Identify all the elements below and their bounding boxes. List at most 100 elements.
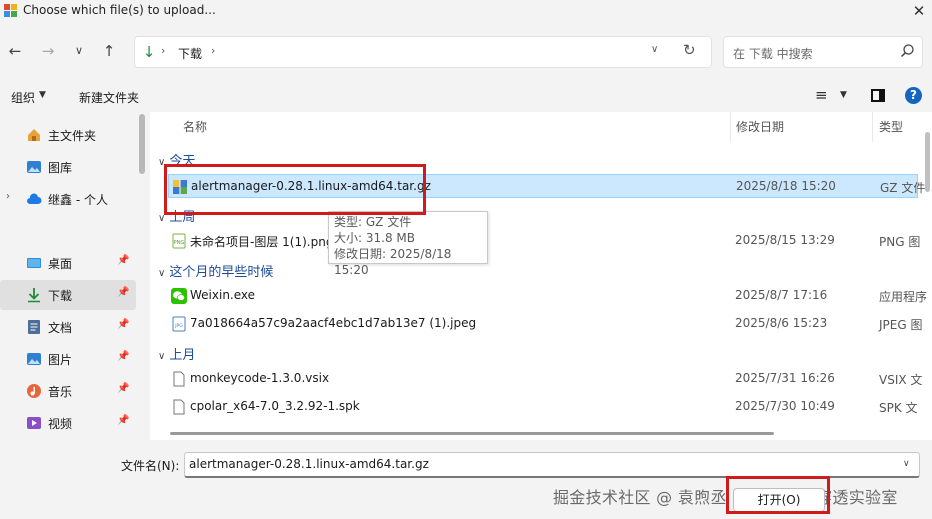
- navigation-pane: 主文件夹 图库 › 继鑫 - 个人 桌面 📌 下载 📌 文档 📌 图片 📌 音乐…: [0, 114, 142, 440]
- back-button[interactable]: ←: [4, 40, 26, 62]
- vertical-scrollbar[interactable]: [925, 132, 930, 192]
- help-icon[interactable]: ?: [905, 87, 922, 104]
- home-icon: [28, 129, 40, 141]
- search-placeholder: 在 下载 中搜索: [733, 47, 813, 61]
- pin-icon[interactable]: 📌: [117, 255, 129, 266]
- sidebar-item-label: 文档: [48, 321, 73, 335]
- app-icon: [4, 4, 17, 17]
- group-header-last-month[interactable]: ∨ 上月: [158, 344, 195, 363]
- file-date: 2025/8/6 15:23: [735, 316, 828, 330]
- png-file-icon: PNG: [172, 233, 186, 249]
- file-type: JPEG 图: [879, 318, 923, 332]
- address-dropdown-icon[interactable]: ∨: [651, 44, 658, 55]
- pin-icon[interactable]: 📌: [117, 319, 129, 330]
- sidebar-item-downloads[interactable]: 下载 📌: [0, 280, 136, 310]
- sidebar-item-documents[interactable]: 文档 📌: [0, 312, 136, 342]
- file-tooltip: 类型: GZ 文件 大小: 31.8 MB 修改日期: 2025/8/18 15…: [328, 211, 488, 277]
- recent-locations-button[interactable]: ∨: [68, 40, 90, 62]
- new-folder-button[interactable]: 新建文件夹: [79, 89, 139, 106]
- file-date: 2025/8/18 15:20: [736, 179, 836, 193]
- file-date: 2025/8/15 13:29: [735, 233, 835, 247]
- file-row[interactable]: cpolar_x64-7.0_3.2.92-1.spk 2025/7/30 10…: [168, 395, 918, 419]
- pin-icon[interactable]: 📌: [117, 415, 129, 426]
- file-date: 2025/8/7 17:16: [735, 288, 828, 302]
- chevron-down-icon[interactable]: ▼: [840, 90, 847, 100]
- file-name: monkeycode-1.3.0.vsix: [190, 371, 330, 385]
- file-row[interactable]: monkeycode-1.3.0.vsix 2025/7/31 16:26 VS…: [168, 367, 922, 391]
- preview-pane-icon[interactable]: [871, 89, 885, 102]
- file-row[interactable]: JPG 7a018664a57c9a2aacf4ebc1d7ab13e7 (1)…: [168, 312, 922, 336]
- file-row[interactable]: PNG 未命名项目-图层 1(1).png 2025/8/15 13:29 PN…: [168, 229, 921, 253]
- chevron-down-icon: ∨: [158, 268, 166, 279]
- column-divider[interactable]: [730, 112, 731, 142]
- sidebar-item-pictures[interactable]: 图片 📌: [0, 344, 136, 374]
- refresh-icon[interactable]: ↻: [683, 41, 696, 59]
- file-type: PNG 图: [879, 235, 921, 249]
- pin-icon[interactable]: 📌: [117, 351, 129, 362]
- sidebar-item-gallery[interactable]: 图库: [0, 152, 136, 182]
- view-options-icon[interactable]: ≡: [815, 88, 828, 103]
- chevron-down-icon[interactable]: ▼: [39, 90, 46, 100]
- pin-icon[interactable]: 📌: [117, 383, 129, 394]
- breadcrumb-separator[interactable]: ›: [161, 44, 165, 57]
- close-button[interactable]: ✕: [908, 1, 930, 21]
- up-button[interactable]: ↑: [98, 40, 120, 62]
- sidebar-item-label: 桌面: [48, 257, 73, 271]
- file-row[interactable]: Weixin.exe 2025/8/7 17:16 应用程序: [168, 284, 927, 308]
- search-icon[interactable]: [899, 43, 915, 59]
- sidebar-item-label: 主文件夹: [48, 129, 97, 143]
- dialog-footer: 文件名(N): alertmanager-0.28.1.linux-amd64.…: [0, 440, 932, 519]
- pictures-icon: [27, 353, 41, 365]
- column-header-name[interactable]: 名称: [183, 118, 207, 135]
- forward-button[interactable]: →: [37, 40, 59, 62]
- breadcrumb-separator[interactable]: ›: [211, 44, 215, 57]
- svg-text:PNG: PNG: [174, 240, 185, 246]
- file-name: cpolar_x64-7.0_3.2.92-1.spk: [190, 399, 360, 413]
- breadcrumb-downloads[interactable]: 下载: [178, 45, 202, 62]
- column-header-type[interactable]: 类型: [879, 118, 903, 135]
- download-icon: ↓: [142, 43, 156, 61]
- sidebar-item-onedrive[interactable]: › 继鑫 - 个人: [0, 184, 136, 214]
- filename-field[interactable]: alertmanager-0.28.1.linux-amd64.tar.gz ∨: [184, 452, 920, 478]
- file-name: 7a018664a57c9a2aacf4ebc1d7ab13e7 (1).jpe…: [190, 316, 477, 330]
- highlight-box: [164, 164, 426, 215]
- tooltip-modified: 修改日期: 2025/8/18 15:20: [334, 247, 452, 277]
- file-date: 2025/7/30 10:49: [735, 399, 835, 413]
- desktop-icon: [27, 258, 41, 268]
- organize-button[interactable]: 组织: [11, 89, 35, 106]
- file-name: Weixin.exe: [190, 288, 256, 302]
- file-type: SPK 文: [879, 401, 918, 415]
- pin-icon[interactable]: 📌: [117, 287, 129, 298]
- svg-text:JPG: JPG: [174, 323, 183, 329]
- video-icon: [27, 417, 41, 429]
- sidebar-item-music[interactable]: 音乐 📌: [0, 376, 136, 406]
- sidebar-scrollbar[interactable]: [139, 114, 145, 174]
- filename-label: 文件名(N):: [121, 459, 180, 473]
- music-icon: [27, 384, 41, 398]
- column-divider[interactable]: [872, 112, 873, 142]
- tooltip-size: 大小: 31.8 MB: [334, 231, 415, 245]
- filename-value: alertmanager-0.28.1.linux-amd64.tar.gz: [189, 457, 429, 471]
- file-type: GZ 文件: [880, 181, 926, 195]
- sidebar-item-videos[interactable]: 视频 📌: [0, 408, 136, 438]
- sidebar-item-desktop[interactable]: 桌面 📌: [0, 248, 136, 278]
- sidebar-item-home[interactable]: 主文件夹: [0, 120, 136, 150]
- download-icon: [28, 288, 40, 303]
- sidebar-item-label: 图库: [48, 161, 73, 175]
- horizontal-scrollbar[interactable]: [170, 432, 774, 435]
- expand-icon[interactable]: ›: [6, 191, 10, 202]
- file-date: 2025/7/31 16:26: [735, 371, 835, 385]
- file-type: 应用程序: [879, 290, 928, 304]
- navigation-bar: ← → ∨ ↑ ↓ › 下载 › ∨ ↻ 在 下载 中搜索: [0, 30, 932, 72]
- group-header-earlier-this-month[interactable]: ∨ 这个月的早些时候: [158, 261, 273, 280]
- highlight-box: [726, 476, 830, 514]
- file-name: 未命名项目-图层 1(1).png: [190, 235, 334, 249]
- wechat-icon: [171, 288, 187, 304]
- column-header-modified[interactable]: 修改日期: [736, 118, 784, 135]
- search-input[interactable]: 在 下载 中搜索: [723, 36, 923, 68]
- chevron-down-icon: ∨: [158, 351, 166, 362]
- sidebar-item-label: 下载: [48, 289, 73, 303]
- chevron-down-icon[interactable]: ∨: [903, 459, 910, 469]
- gallery-icon: [27, 161, 41, 173]
- address-bar[interactable]: ↓ › 下载 › ∨ ↻: [134, 36, 712, 68]
